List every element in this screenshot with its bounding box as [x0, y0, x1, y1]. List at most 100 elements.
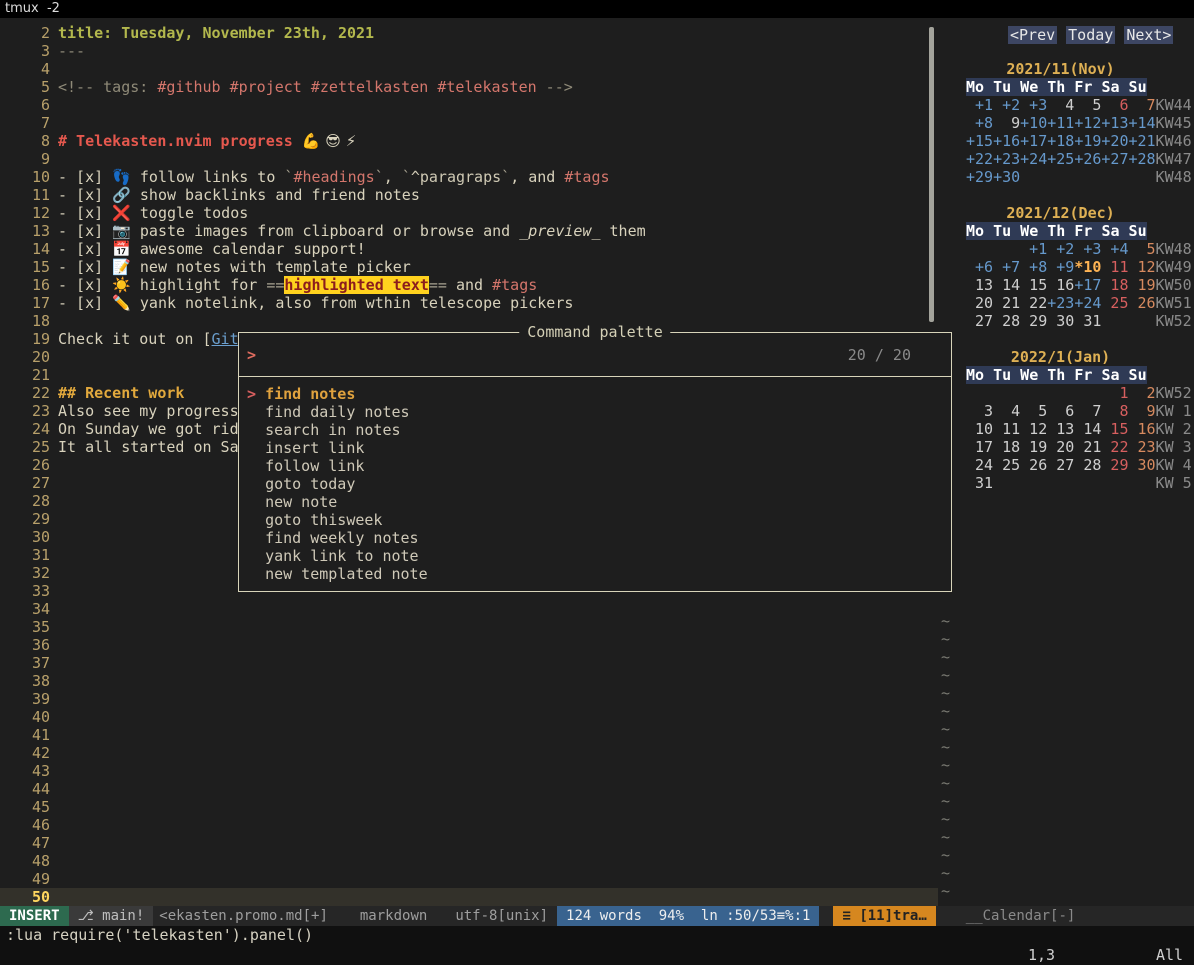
palette-item[interactable]: goto today — [239, 475, 951, 493]
calendar-day[interactable]: +16 — [993, 132, 1020, 150]
calendar-day[interactable]: +25 — [1047, 150, 1074, 168]
line-text[interactable]: Check it out on [Git — [58, 330, 239, 348]
calendar-day[interactable]: *10 — [1074, 258, 1101, 276]
calendar-day[interactable]: +23 — [1047, 294, 1074, 312]
calendar-day[interactable]: 18 — [993, 438, 1020, 456]
calendar-day[interactable]: 5 — [1074, 96, 1101, 114]
calendar-day[interactable]: +17 — [1074, 276, 1101, 294]
calendar-day[interactable]: 2 — [1128, 384, 1155, 402]
calendar-next-button[interactable]: Next> — [1124, 26, 1173, 44]
line-text[interactable]: --- — [58, 42, 85, 60]
palette-item[interactable]: new templated note — [239, 565, 951, 583]
calendar-day[interactable]: +15 — [966, 132, 993, 150]
palette-item[interactable]: goto thisweek — [239, 511, 951, 529]
calendar-day[interactable]: +8 — [966, 114, 993, 132]
calendar-day[interactable]: 9 — [1128, 402, 1155, 420]
calendar-day[interactable]: 31 — [1074, 312, 1101, 330]
calendar-day[interactable]: +2 — [993, 96, 1020, 114]
calendar-day[interactable]: 29 — [1101, 456, 1128, 474]
calendar-day[interactable]: 19 — [1128, 276, 1155, 294]
calendar-day[interactable]: +30 — [993, 168, 1020, 186]
calendar-day[interactable]: 7 — [1074, 402, 1101, 420]
line-text[interactable]: - [x] ❌ toggle todos — [58, 204, 248, 222]
calendar-day[interactable]: 14 — [1074, 420, 1101, 438]
calendar-day[interactable]: 15 — [1101, 420, 1128, 438]
line-text[interactable]: - [x] 📅 awesome calendar support! — [58, 240, 366, 258]
palette-item[interactable]: yank link to note — [239, 547, 951, 565]
calendar-day[interactable]: 13 — [966, 276, 993, 294]
calendar-day[interactable]: 11 — [1101, 258, 1128, 276]
calendar-day[interactable]: 12 — [1020, 420, 1047, 438]
calendar-day[interactable]: +10 — [1020, 114, 1047, 132]
line-text[interactable]: - [x] 🔗 show backlinks and friend notes — [58, 186, 420, 204]
calendar-day[interactable]: 22 — [1101, 438, 1128, 456]
calendar-day[interactable]: 6 — [1047, 402, 1074, 420]
palette-item[interactable]: insert link — [239, 439, 951, 457]
calendar-day[interactable]: 20 — [966, 294, 993, 312]
calendar-day[interactable]: 3 — [966, 402, 993, 420]
line-text[interactable]: # Telekasten.nvim progress 💪 😎 ⚡ — [58, 132, 356, 150]
calendar-day[interactable]: 18 — [1101, 276, 1128, 294]
calendar-day[interactable]: +1 — [1020, 240, 1047, 258]
palette-item[interactable]: find weekly notes — [239, 529, 951, 547]
calendar-day[interactable]: 5 — [1020, 402, 1047, 420]
calendar-day[interactable]: +24 — [1020, 150, 1047, 168]
calendar-day[interactable]: 1 — [1101, 384, 1128, 402]
calendar-day[interactable]: +2 — [1047, 240, 1074, 258]
calendar-day[interactable]: 13 — [1047, 420, 1074, 438]
calendar-day[interactable]: 17 — [966, 438, 993, 456]
scrollbar-thumb[interactable] — [929, 27, 934, 322]
calendar-day[interactable]: 16 — [1128, 420, 1155, 438]
calendar-prev-button[interactable]: <Prev — [1008, 26, 1057, 44]
calendar-day[interactable]: 15 — [1020, 276, 1047, 294]
calendar-day[interactable]: +13 — [1101, 114, 1128, 132]
calendar-day[interactable]: +22 — [966, 150, 993, 168]
calendar-day[interactable]: +4 — [1101, 240, 1128, 258]
calendar-day[interactable]: 27 — [966, 312, 993, 330]
calendar-day[interactable]: 31 — [966, 474, 993, 492]
calendar-day[interactable]: 6 — [1101, 96, 1128, 114]
calendar-day[interactable]: +24 — [1074, 294, 1101, 312]
line-text[interactable]: ## Recent work — [58, 384, 184, 402]
command-line[interactable]: :lua require('telekasten').panel() — [0, 926, 1194, 945]
calendar-day[interactable]: 26 — [1128, 294, 1155, 312]
calendar-day[interactable]: 11 — [993, 420, 1020, 438]
palette-item[interactable]: > find notes — [239, 385, 951, 403]
calendar-day[interactable]: 14 — [993, 276, 1020, 294]
calendar-day[interactable]: 4 — [993, 402, 1020, 420]
palette-item[interactable]: search in notes — [239, 421, 951, 439]
calendar-day[interactable]: +28 — [1128, 150, 1155, 168]
calendar-day[interactable]: 23 — [1128, 438, 1155, 456]
calendar-day[interactable]: 5 — [1128, 240, 1155, 258]
calendar-day[interactable]: +7 — [993, 258, 1020, 276]
palette-item[interactable]: find daily notes — [239, 403, 951, 421]
calendar-day[interactable]: 30 — [1047, 312, 1074, 330]
calendar-day[interactable]: +11 — [1047, 114, 1074, 132]
calendar-day[interactable]: 19 — [1020, 438, 1047, 456]
calendar-day[interactable]: +23 — [993, 150, 1020, 168]
calendar-day[interactable]: +9 — [1047, 258, 1074, 276]
calendar-day[interactable]: 27 — [1047, 456, 1074, 474]
calendar-day[interactable]: 30 — [1128, 456, 1155, 474]
line-text[interactable]: - [x] 👣 follow links to `#headings`, `^p… — [58, 168, 610, 186]
palette-item[interactable]: follow link — [239, 457, 951, 475]
calendar-day[interactable]: 22 — [1020, 294, 1047, 312]
calendar-day[interactable]: 28 — [1074, 456, 1101, 474]
calendar-day[interactable]: 4 — [1047, 96, 1074, 114]
line-text[interactable]: It all started on Sa — [58, 438, 239, 456]
calendar-day[interactable]: +18 — [1047, 132, 1074, 150]
calendar-day[interactable]: +12 — [1074, 114, 1101, 132]
calendar-day[interactable]: 8 — [1101, 402, 1128, 420]
calendar-day[interactable]: 16 — [1047, 276, 1074, 294]
calendar-day[interactable]: 21 — [993, 294, 1020, 312]
line-text[interactable]: - [x] ☀️ highlight for ==highlighted tex… — [58, 276, 537, 294]
calendar-day[interactable]: +20 — [1101, 132, 1128, 150]
calendar-today-button[interactable]: Today — [1066, 26, 1115, 44]
line-text[interactable]: On Sunday we got rid — [58, 420, 239, 438]
calendar-day[interactable]: 25 — [1101, 294, 1128, 312]
calendar-day[interactable]: 12 — [1128, 258, 1155, 276]
calendar-day[interactable]: 26 — [1020, 456, 1047, 474]
calendar-day[interactable]: +26 — [1074, 150, 1101, 168]
calendar-day[interactable]: +27 — [1101, 150, 1128, 168]
line-text[interactable]: - [x] ✏️ yank notelink, also from wthin … — [58, 294, 573, 312]
